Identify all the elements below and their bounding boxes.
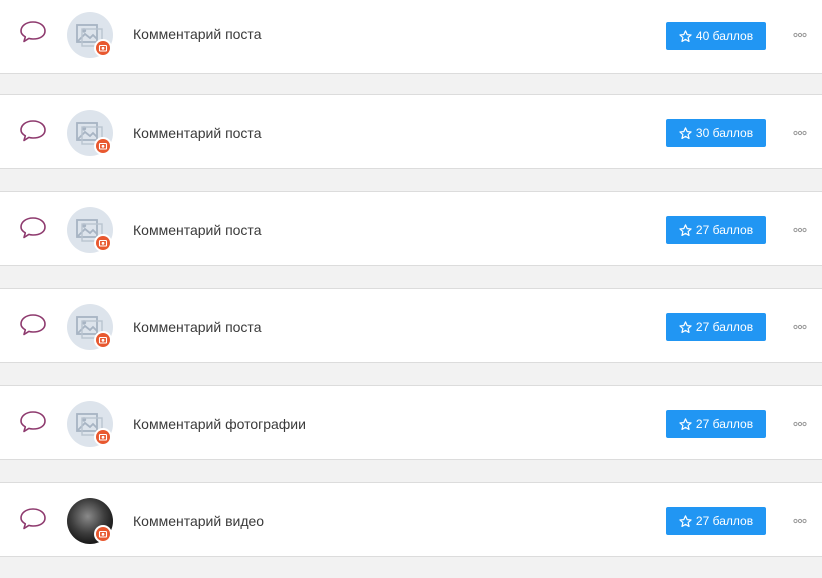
more-options-icon[interactable] bbox=[793, 324, 807, 330]
comment-icon bbox=[20, 21, 46, 43]
comment-icon bbox=[20, 411, 46, 433]
points-button[interactable]: 40 баллов bbox=[666, 22, 766, 50]
task-avatar[interactable] bbox=[67, 401, 113, 447]
points-button[interactable]: 27 баллов bbox=[666, 507, 766, 535]
comment-icon bbox=[20, 508, 46, 530]
points-label: 27 баллов bbox=[695, 417, 754, 431]
more-options-icon[interactable] bbox=[793, 227, 807, 233]
camera-badge-icon bbox=[94, 428, 112, 446]
more-options-icon[interactable] bbox=[793, 421, 807, 427]
task-label: Комментарий поста bbox=[133, 26, 262, 42]
task-avatar[interactable] bbox=[67, 304, 113, 350]
camera-badge-icon bbox=[94, 331, 112, 349]
points-label: 40 баллов bbox=[695, 29, 754, 43]
points-button[interactable]: 27 баллов bbox=[666, 313, 766, 341]
more-options-icon[interactable] bbox=[793, 130, 807, 136]
points-button[interactable]: 30 баллов bbox=[666, 119, 766, 147]
points-label: 27 баллов bbox=[695, 514, 754, 528]
points-label: 30 баллов bbox=[695, 126, 754, 140]
task-avatar[interactable] bbox=[67, 12, 113, 58]
camera-badge-icon bbox=[94, 39, 112, 57]
more-options-icon[interactable] bbox=[793, 32, 807, 38]
comment-icon bbox=[20, 217, 46, 239]
points-label: 27 баллов bbox=[695, 320, 754, 334]
task-row[interactable]: Комментарий поста 27 баллов bbox=[0, 191, 822, 266]
task-label: Комментарий фотографии bbox=[133, 416, 306, 432]
task-label: Комментарий поста bbox=[133, 319, 262, 335]
task-row[interactable]: Комментарий видео 27 баллов bbox=[0, 482, 822, 557]
points-button[interactable]: 27 баллов bbox=[666, 216, 766, 244]
comment-icon bbox=[20, 314, 46, 336]
task-row[interactable]: Комментарий поста 40 баллов bbox=[0, 0, 822, 74]
camera-badge-icon bbox=[94, 234, 112, 252]
camera-badge-icon bbox=[94, 525, 112, 543]
star-icon bbox=[679, 514, 692, 527]
star-icon bbox=[679, 417, 692, 430]
more-options-icon[interactable] bbox=[793, 518, 807, 524]
task-row[interactable]: Комментарий поста 27 баллов bbox=[0, 288, 822, 363]
task-avatar[interactable] bbox=[67, 207, 113, 253]
points-button[interactable]: 27 баллов bbox=[666, 410, 766, 438]
task-label: Комментарий видео bbox=[133, 513, 265, 529]
task-label: Комментарий поста bbox=[133, 222, 262, 238]
camera-badge-icon bbox=[94, 137, 112, 155]
task-label: Комментарий поста bbox=[133, 125, 262, 141]
comment-icon bbox=[20, 120, 46, 142]
task-row[interactable]: Комментарий поста 30 баллов bbox=[0, 94, 822, 169]
task-avatar[interactable] bbox=[67, 110, 113, 156]
star-icon bbox=[679, 320, 692, 333]
task-avatar[interactable] bbox=[67, 498, 113, 544]
star-icon bbox=[679, 29, 692, 42]
task-row[interactable]: Комментарий фотографии 27 баллов bbox=[0, 385, 822, 460]
points-label: 27 баллов bbox=[695, 223, 754, 237]
star-icon bbox=[679, 126, 692, 139]
star-icon bbox=[679, 223, 692, 236]
